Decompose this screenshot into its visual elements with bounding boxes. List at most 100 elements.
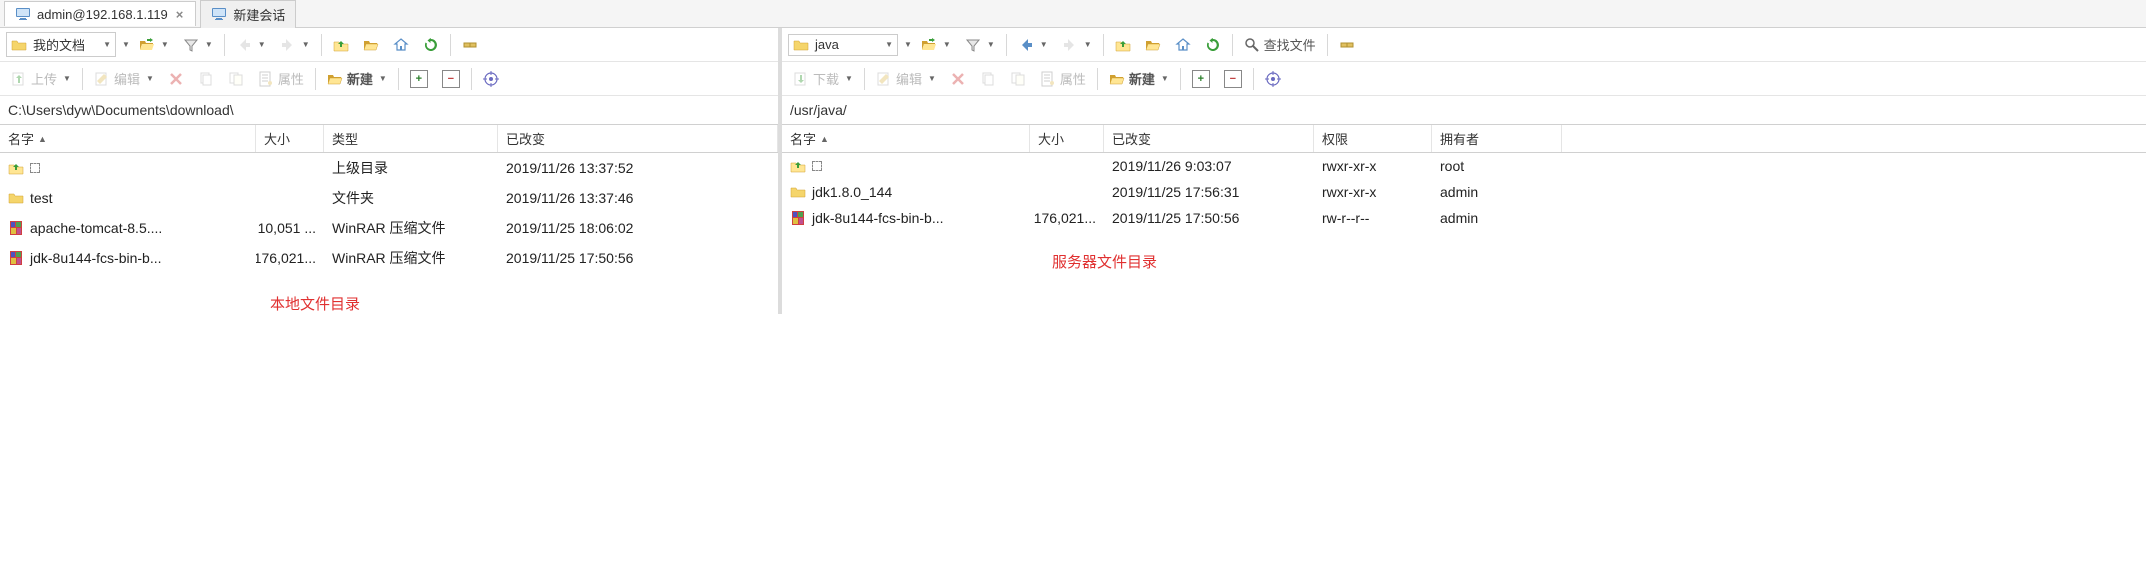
home-button[interactable] [1170, 34, 1196, 56]
new-button[interactable]: 新建▼ [322, 66, 392, 91]
table-row[interactable]: 上级目录2019/11/26 13:37:52 [0, 153, 778, 183]
column-header-changed[interactable]: 已改变 [1104, 125, 1314, 152]
locate-button[interactable] [478, 68, 504, 90]
cell-changed: 2019/11/26 9:03:07 [1104, 156, 1314, 176]
local-path-bar[interactable]: C:\Users\dyw\Documents\download\ [0, 96, 778, 125]
cell-perm: rwxr-xr-x [1314, 156, 1432, 176]
monitor-icon [211, 6, 227, 22]
sync-browse-button[interactable] [1334, 34, 1360, 56]
local-columns-header: 名字▲大小类型已改变 [0, 125, 778, 153]
remote-pane: java ▼ ▼ ▼ ▼ ▼ ▼ 查找文件 下载▼ 编辑▼ [782, 28, 2146, 314]
forward-button[interactable]: ▼ [1057, 34, 1097, 56]
sort-asc-icon: ▲ [38, 134, 47, 144]
cell-name: jdk-8u144-fcs-bin-b... [0, 246, 256, 270]
arrow-right-icon [1062, 37, 1078, 53]
column-header-owner[interactable]: 拥有者 [1432, 125, 1562, 152]
updir-marker [812, 161, 822, 171]
refresh-button[interactable] [418, 34, 444, 56]
root-dir-button[interactable] [1140, 34, 1166, 56]
table-row[interactable]: apache-tomcat-8.5....10,051 ...WinRAR 压缩… [0, 213, 778, 243]
copy-button[interactable] [223, 68, 249, 90]
properties-button[interactable]: 属性 [253, 66, 309, 91]
copy2-icon [1010, 71, 1026, 87]
parent-dir-button[interactable] [1110, 34, 1136, 56]
expand-button[interactable]: + [1187, 67, 1215, 91]
combo-label: java [815, 37, 839, 52]
column-header-type[interactable]: 类型 [324, 125, 498, 152]
sync-browse-button[interactable] [457, 34, 483, 56]
link-icon [1339, 37, 1355, 53]
delete-button[interactable] [163, 68, 189, 90]
column-header-size[interactable]: 大小 [256, 125, 324, 152]
cell-perm: rwxr-xr-x [1314, 182, 1432, 202]
back-button[interactable]: ▼ [231, 34, 271, 56]
remote-folder-combo[interactable]: java ▼ [788, 34, 898, 56]
open-folder-button[interactable]: ▼ [916, 34, 956, 56]
locate-button[interactable] [1260, 68, 1286, 90]
table-row[interactable]: test文件夹2019/11/26 13:37:46 [0, 183, 778, 213]
properties-icon [258, 71, 274, 87]
local-pane: 我的文档 ▼ ▼ ▼ ▼ ▼ ▼ 上传▼ 编辑▼ 属性 [0, 28, 782, 314]
table-row[interactable]: jdk1.8.0_1442019/11/25 17:56:31rwxr-xr-x… [782, 179, 2146, 205]
new-button[interactable]: 新建▼ [1104, 66, 1174, 91]
remote-path-bar[interactable]: /usr/java/ [782, 96, 2146, 125]
rename-button[interactable] [975, 68, 1001, 90]
cell-type: 文件夹 [324, 186, 498, 210]
back-button[interactable]: ▼ [1013, 34, 1053, 56]
column-header-name[interactable]: 名字▲ [782, 125, 1030, 152]
properties-button[interactable]: 属性 [1035, 66, 1091, 91]
column-header-changed[interactable]: 已改变 [498, 125, 778, 152]
cell-changed: 2019/11/25 18:06:02 [498, 216, 778, 240]
cell-name: test [0, 186, 256, 210]
session-tab-active[interactable]: admin@192.168.1.119 × [4, 1, 196, 26]
parent-dir-button[interactable] [328, 34, 354, 56]
download-button[interactable]: 下载▼ [788, 66, 858, 91]
copy-button[interactable] [1005, 68, 1031, 90]
cell-name: jdk-8u144-fcs-bin-b... [782, 208, 1030, 228]
refresh-button[interactable] [1200, 34, 1226, 56]
chevron-down-icon[interactable]: ▼ [120, 40, 130, 49]
folder-open-arrow-icon [139, 37, 155, 53]
rename-button[interactable] [193, 68, 219, 90]
filter-button[interactable]: ▼ [178, 34, 218, 56]
filter-button[interactable]: ▼ [960, 34, 1000, 56]
x-icon [168, 71, 184, 87]
cell-size [1030, 182, 1104, 202]
folder-open-arrow-icon [921, 37, 937, 53]
edit-button[interactable]: 编辑▼ [871, 66, 941, 91]
refresh-icon [423, 37, 439, 53]
collapse-button[interactable]: − [437, 67, 465, 91]
download-icon [793, 71, 809, 87]
folder-icon [8, 190, 24, 206]
refresh-icon [1205, 37, 1221, 53]
cell-type: 上级目录 [324, 156, 498, 180]
column-header-name[interactable]: 名字▲ [0, 125, 256, 152]
local-folder-combo[interactable]: 我的文档 ▼ [6, 32, 116, 57]
column-header-perm[interactable]: 权限 [1314, 125, 1432, 152]
collapse-button[interactable]: − [1219, 67, 1247, 91]
upload-button[interactable]: 上传▼ [6, 66, 76, 91]
close-icon[interactable]: × [174, 7, 186, 22]
properties-icon [1040, 71, 1056, 87]
table-row[interactable]: 2019/11/26 9:03:07rwxr-xr-xroot [782, 153, 2146, 179]
open-folder-button[interactable]: ▼ [134, 34, 174, 56]
copy-icon [980, 71, 996, 87]
home-button[interactable] [388, 34, 414, 56]
cell-size: 176,021... [1030, 208, 1104, 228]
target-icon [483, 71, 499, 87]
forward-button[interactable]: ▼ [275, 34, 315, 56]
edit-button[interactable]: 编辑▼ [89, 66, 159, 91]
x-icon [950, 71, 966, 87]
delete-button[interactable] [945, 68, 971, 90]
cell-size: 176,021... [256, 246, 324, 270]
table-row[interactable]: jdk-8u144-fcs-bin-b...176,021...WinRAR 压… [0, 243, 778, 273]
table-row[interactable]: jdk-8u144-fcs-bin-b...176,021...2019/11/… [782, 205, 2146, 231]
folder-icon [790, 184, 806, 200]
root-dir-button[interactable] [358, 34, 384, 56]
chevron-down-icon[interactable]: ▼ [902, 40, 912, 49]
new-session-tab[interactable]: 新建会话 [200, 0, 296, 28]
find-files-button[interactable]: 查找文件 [1239, 32, 1321, 57]
folder-new-icon [327, 71, 343, 87]
expand-button[interactable]: + [405, 67, 433, 91]
column-header-size[interactable]: 大小 [1030, 125, 1104, 152]
